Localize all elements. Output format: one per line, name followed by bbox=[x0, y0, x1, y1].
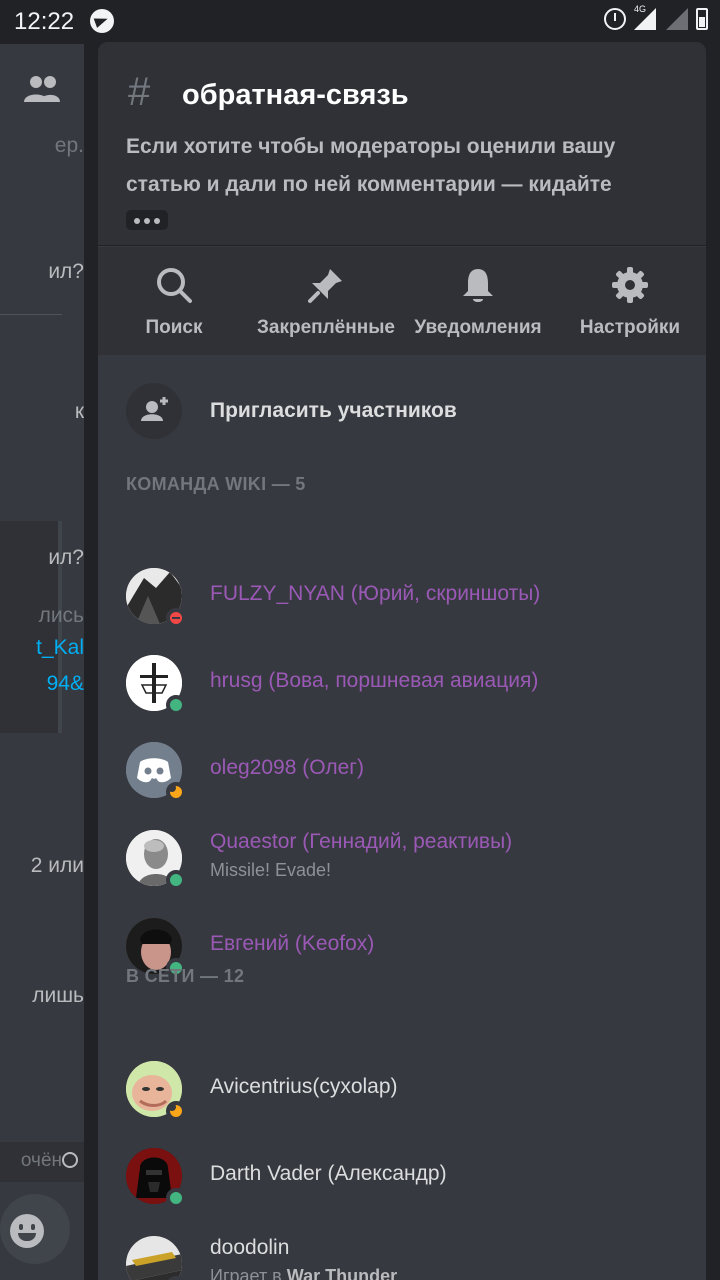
member-row[interactable]: Quaestor (Геннадий, реактивы) Missile! E… bbox=[98, 826, 706, 890]
member-row[interactable]: doodolin Играет в War Thunder bbox=[98, 1232, 706, 1280]
activity-prefix: Играет в bbox=[210, 1266, 287, 1280]
bg-typing-bar: очён bbox=[0, 1142, 84, 1182]
section-header-online: В СЕТИ — 12 bbox=[126, 966, 245, 986]
bg-text-fragment: очён bbox=[20, 1150, 62, 1171]
member-row[interactable]: FULZY_NYAN (Юрий, скриншоты) bbox=[98, 564, 706, 628]
avatar bbox=[126, 1236, 182, 1280]
member-row[interactable]: hrusg (Вова, поршневая авиация) bbox=[98, 651, 706, 715]
topic-more-button[interactable] bbox=[126, 210, 168, 230]
status-icons: 4G bbox=[604, 4, 708, 30]
search-icon bbox=[157, 268, 192, 303]
bg-link-fragment[interactable]: t_Kal bbox=[36, 636, 84, 660]
status-online-icon bbox=[166, 870, 186, 890]
pinned-label: Закреплённые bbox=[256, 317, 395, 338]
telegram-icon bbox=[90, 9, 114, 33]
bg-text-fragment: ил? bbox=[48, 260, 84, 283]
bg-text-fragment: 2 или bbox=[30, 854, 84, 877]
activity-game: War Thunder bbox=[286, 1266, 398, 1280]
channel-topic: Если хотите чтобы модераторы оценили ваш… bbox=[126, 135, 616, 196]
bg-text-fragment: к bbox=[74, 400, 84, 423]
member-name: hrusg (Вова, поршневая авиация) bbox=[210, 669, 539, 692]
members-icon[interactable] bbox=[22, 74, 62, 104]
settings-label: Настройки bbox=[579, 317, 681, 338]
status-time: 12:22 bbox=[14, 8, 75, 35]
pin-icon bbox=[308, 269, 342, 303]
channel-header: # обратная-связь Если хотите чтобы модер… bbox=[98, 42, 706, 246]
search-button[interactable]: Поиск bbox=[118, 247, 230, 355]
timer-icon bbox=[62, 1152, 78, 1168]
bg-text-fragment: ер. bbox=[54, 134, 84, 157]
channel-toolbar: Поиск Закреплённые Уведомления Настройки bbox=[98, 247, 706, 355]
bell-icon bbox=[463, 269, 493, 302]
invite-members-label: Пригласить участников bbox=[210, 399, 457, 422]
bg-link-fragment[interactable]: 94& bbox=[47, 672, 84, 696]
member-row[interactable]: Darth Vader (Александр) bbox=[98, 1144, 706, 1208]
app-root: 12:22 4G ер. ил? к ил? лись t_Kal 94& 2 … bbox=[0, 0, 720, 1280]
channel-title: обратная-связь bbox=[182, 79, 409, 111]
bg-divider bbox=[0, 314, 62, 315]
member-name: Avicentrius(cyxolap) bbox=[210, 1075, 398, 1098]
invite-members-row[interactable]: Пригласить участников bbox=[98, 383, 706, 441]
member-row[interactable]: oleg2098 (Олег) bbox=[98, 738, 706, 802]
add-user-icon bbox=[141, 397, 168, 421]
bg-text-fragment: лись bbox=[38, 604, 84, 627]
hash-icon: # bbox=[128, 70, 151, 114]
channel-members-drawer: # обратная-связь Если хотите чтобы модер… bbox=[98, 42, 706, 1280]
invite-avatar bbox=[126, 383, 182, 439]
background-chat[interactable]: ер. ил? к ил? лись t_Kal 94& 2 или лишь … bbox=[0, 44, 84, 1280]
member-activity: Missile! Evade! bbox=[210, 860, 332, 880]
alarm-icon bbox=[604, 8, 626, 30]
pinned-button[interactable]: Закреплённые bbox=[254, 247, 398, 355]
status-online-icon bbox=[166, 695, 186, 715]
battery-icon bbox=[696, 8, 708, 30]
bg-text-fragment: лишь bbox=[32, 984, 84, 1007]
notifications-button[interactable]: Уведомления bbox=[408, 247, 548, 355]
section-header-team: КОМАНДА WIKI — 5 bbox=[126, 474, 306, 494]
member-name: doodolin bbox=[210, 1236, 290, 1259]
signal-4g-icon: 4G bbox=[634, 4, 658, 30]
status-idle-icon bbox=[166, 782, 186, 802]
member-name: Quaestor (Геннадий, реактивы) bbox=[210, 830, 513, 853]
gear-icon bbox=[612, 267, 648, 303]
member-name: Darth Vader (Александр) bbox=[210, 1162, 447, 1185]
signal-icon bbox=[666, 8, 688, 30]
network-type-label: 4G bbox=[634, 4, 647, 14]
notifications-label: Уведомления bbox=[414, 317, 542, 338]
status-dnd-icon bbox=[166, 608, 186, 628]
settings-button[interactable]: Настройки bbox=[572, 247, 688, 355]
status-idle-icon bbox=[166, 1101, 186, 1121]
bg-text-fragment: ил? bbox=[48, 546, 84, 569]
member-activity: Играет в War Thunder bbox=[210, 1266, 397, 1280]
status-online-icon bbox=[166, 1188, 186, 1208]
member-row[interactable]: Avicentrius(cyxolap) bbox=[98, 1057, 706, 1121]
member-name: FULZY_NYAN (Юрий, скриншоты) bbox=[210, 582, 541, 605]
member-name: Евгений (Keofox) bbox=[210, 932, 375, 955]
status-bar: 12:22 4G bbox=[0, 0, 720, 44]
search-label: Поиск bbox=[145, 317, 203, 338]
member-name: oleg2098 (Олег) bbox=[210, 756, 364, 779]
emoji-icon[interactable] bbox=[10, 1214, 44, 1248]
